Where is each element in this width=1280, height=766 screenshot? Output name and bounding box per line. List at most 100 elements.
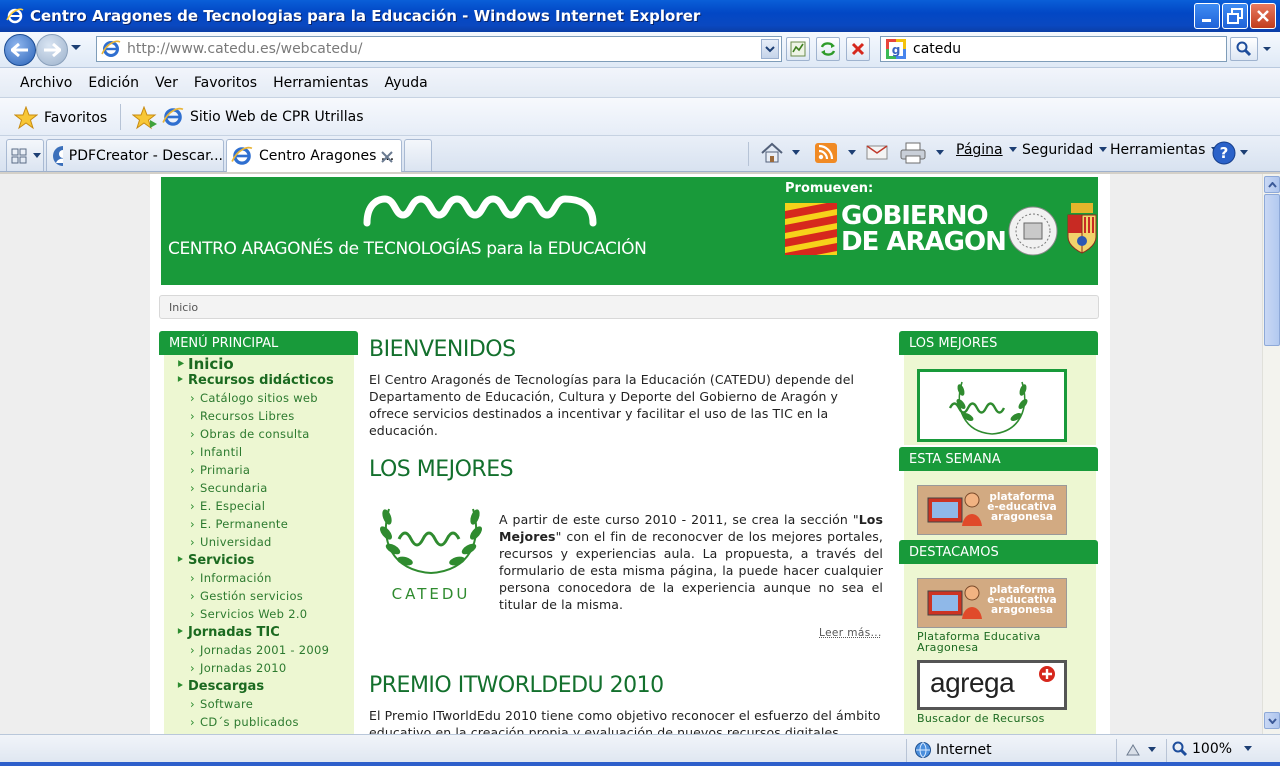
- main-menu-item[interactable]: Inicio: [164, 355, 354, 373]
- search-field[interactable]: g catedu: [880, 36, 1227, 62]
- print-dropdown-icon: [936, 150, 944, 155]
- main-submenu-item[interactable]: Información: [164, 571, 354, 589]
- svg-text:?: ?: [1220, 144, 1229, 162]
- ie-page-icon: [101, 40, 121, 57]
- main-menu-item[interactable]: Jornadas TIC: [164, 625, 354, 643]
- read-mail-button[interactable]: [866, 142, 888, 162]
- agrega-banner[interactable]: agrega: [917, 660, 1067, 710]
- tools-menu-button[interactable]: Herramientas: [1110, 142, 1220, 158]
- chevron-down-icon: [1267, 717, 1277, 724]
- security-zone[interactable]: Internet: [914, 741, 992, 759]
- main-submenu-item[interactable]: Gestión servicios: [164, 589, 354, 607]
- agrega-caption[interactable]: Buscador de Recursos: [917, 713, 1045, 724]
- read-more-link[interactable]: Leer más...: [819, 627, 882, 639]
- main-submenu-item[interactable]: Jornadas 2010: [164, 661, 354, 679]
- page-menu-button[interactable]: Página: [956, 142, 1017, 158]
- main-submenu-item[interactable]: Catálogo sitios web: [164, 391, 354, 409]
- security-menu-button[interactable]: Seguridad: [1022, 142, 1108, 158]
- favorites-star-icon: [14, 106, 38, 130]
- help-button[interactable]: ?: [1212, 141, 1248, 165]
- main-submenu-item[interactable]: Secundaria: [164, 481, 354, 499]
- new-tab-button[interactable]: [404, 139, 432, 171]
- main-submenu-item[interactable]: Software: [164, 697, 354, 715]
- rss-feed-icon: [815, 143, 837, 163]
- catedu-logo-text: CATEDU: [391, 585, 471, 603]
- scroll-up-button[interactable]: [1264, 176, 1280, 193]
- history-dropdown-icon[interactable]: [70, 44, 82, 52]
- back-button[interactable]: [4, 34, 36, 66]
- minimize-icon: [1202, 19, 1211, 22]
- compatibility-view-button[interactable]: [786, 37, 810, 61]
- refresh-icon: [820, 42, 836, 56]
- search-options-dropdown-icon[interactable]: [1262, 46, 1272, 53]
- refresh-button[interactable]: [816, 37, 840, 61]
- scroll-thumb[interactable]: [1264, 194, 1280, 346]
- menu-ayuda[interactable]: Ayuda: [384, 75, 427, 91]
- menu-edicion[interactable]: Edición: [88, 75, 139, 91]
- zoom-dropdown-icon: [1244, 746, 1253, 751]
- featured-platform-banner[interactable]: plataforma e-educativa aragonesa: [917, 578, 1067, 628]
- home-button[interactable]: [760, 142, 800, 164]
- search-go-button[interactable]: [1230, 37, 1258, 61]
- main-submenu-item[interactable]: E. Permanente: [164, 517, 354, 535]
- address-field[interactable]: http://www.catedu.es/webcatedu/: [96, 36, 782, 62]
- tab-pdfcreator[interactable]: PDFCreator - Descar...: [46, 139, 224, 171]
- forward-button[interactable]: [36, 34, 68, 66]
- vertical-scrollbar[interactable]: [1262, 174, 1280, 734]
- agrega-logo-text: agrega: [930, 667, 1015, 698]
- security-menu-label: Seguridad: [1022, 142, 1094, 158]
- prize-heading: PREMIO ITWORLDEDU 2010: [369, 673, 664, 698]
- main-menu-item[interactable]: Descargas: [164, 679, 354, 697]
- print-button[interactable]: [900, 142, 944, 164]
- close-icon: [1257, 10, 1269, 22]
- site-banner: CENTRO ARAGONÉS de TECNOLOGÍAS para la E…: [161, 177, 1098, 285]
- scroll-down-button[interactable]: [1264, 712, 1280, 729]
- main-menu-item[interactable]: Recursos didácticos: [164, 373, 354, 391]
- add-to-favorites-bar-button[interactable]: [132, 106, 158, 130]
- main-submenu-item[interactable]: Obras de consulta: [164, 427, 354, 445]
- zoom-button[interactable]: 100%: [1172, 741, 1253, 757]
- home-dropdown-icon: [792, 150, 800, 155]
- laurel-wreath-icon: [380, 508, 482, 574]
- menu-ver[interactable]: Ver: [155, 75, 178, 91]
- feeds-button[interactable]: [814, 142, 856, 164]
- mail-icon: [866, 145, 888, 160]
- main-submenu-item[interactable]: CD´s publicados: [164, 715, 354, 733]
- main-submenu-item[interactable]: Recursos Libres: [164, 409, 354, 427]
- platform-caption[interactable]: Plataforma Educativa Aragonesa: [917, 631, 1067, 653]
- main-submenu-item[interactable]: Universidad: [164, 535, 354, 553]
- best-sidebar-banner[interactable]: [917, 369, 1067, 442]
- protected-mode-button[interactable]: [1124, 741, 1156, 759]
- favorite-link-cpr-utrillas[interactable]: Sitio Web de CPR Utrillas: [162, 106, 364, 128]
- best-heading: LOS MEJORES: [369, 457, 514, 482]
- breadcrumb[interactable]: Inicio: [159, 295, 1099, 319]
- tab-centro-aragones[interactable]: Centro Aragones ...: [226, 139, 402, 172]
- main-submenu-item[interactable]: Servicios Web 2.0: [164, 607, 354, 625]
- protected-mode-dropdown-icon: [1148, 747, 1156, 752]
- home-icon: [761, 142, 783, 163]
- maximize-button[interactable]: [1222, 3, 1248, 29]
- feeds-dropdown-icon: [848, 150, 856, 155]
- favorite-link-label: Sitio Web de CPR Utrillas: [190, 109, 364, 125]
- main-submenu-item[interactable]: Jornadas 2001 - 2009: [164, 643, 354, 661]
- main-submenu-item[interactable]: Infantil: [164, 445, 354, 463]
- main-submenu-item[interactable]: Primaria: [164, 463, 354, 481]
- week-platform-banner[interactable]: plataforma e-educativa aragonesa: [917, 485, 1067, 535]
- close-window-button[interactable]: [1250, 3, 1276, 29]
- favorites-button[interactable]: Favoritos: [14, 106, 107, 130]
- minimize-button[interactable]: [1194, 3, 1220, 29]
- quick-tabs-button[interactable]: [6, 139, 44, 171]
- close-tab-icon[interactable]: [381, 151, 393, 163]
- menu-favoritos[interactable]: Favoritos: [194, 75, 257, 91]
- url-host: http://www.catedu.es: [127, 41, 276, 57]
- address-dropdown-button[interactable]: [761, 39, 779, 59]
- welcome-heading: BIENVENIDOS: [369, 337, 516, 362]
- university-seal-logo: [1008, 206, 1058, 256]
- main-menu-item[interactable]: Servicios: [164, 553, 354, 571]
- tab-label: Centro Aragones ...: [259, 148, 395, 164]
- menu-archivo[interactable]: Archivo: [20, 75, 72, 91]
- best-text: A partir de este curso 2010 - 2011, se c…: [499, 512, 883, 612]
- menu-herramientas[interactable]: Herramientas: [273, 75, 368, 91]
- main-submenu-item[interactable]: E. Especial: [164, 499, 354, 517]
- stop-button[interactable]: [846, 37, 870, 61]
